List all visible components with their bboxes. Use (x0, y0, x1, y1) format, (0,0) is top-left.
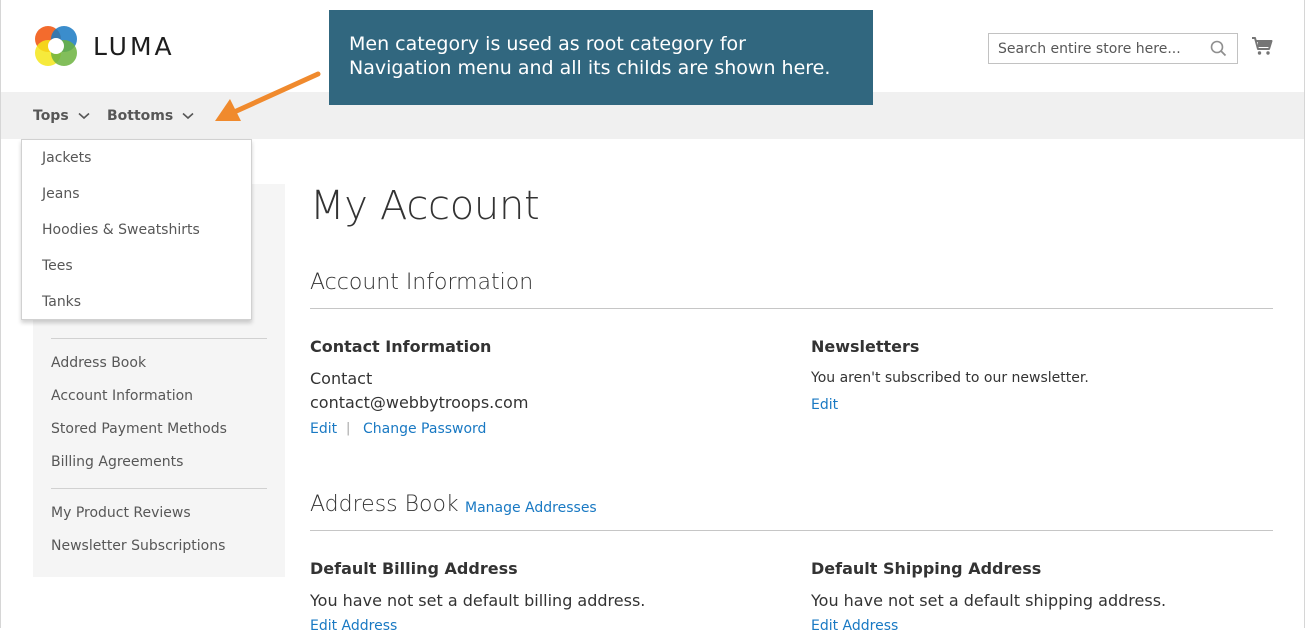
edit-shipping-address-link[interactable]: Edit Address (811, 618, 898, 634)
billing-address-text: You have not set a default billing addre… (310, 591, 646, 610)
arrow-icon (215, 71, 321, 121)
account-information-title: Account Information (310, 270, 534, 295)
default-shipping-address-title: Default Shipping Address (811, 559, 1042, 578)
default-billing-address-title: Default Billing Address (310, 559, 518, 578)
sidebar-divider (51, 488, 267, 489)
sidebar-item-product-reviews[interactable]: My Product Reviews (51, 505, 191, 521)
callout-line-1: Men category is used as root category fo… (349, 33, 746, 55)
nav-submenu-dropdown: Jackets Jeans Hoodies & Sweatshirts Tees… (21, 139, 252, 320)
sidebar-item-address-book[interactable]: Address Book (51, 355, 146, 371)
newsletters-title: Newsletters (811, 337, 920, 356)
page-title: My Account (310, 183, 540, 229)
search-input[interactable] (989, 34, 1208, 63)
edit-billing-address-link[interactable]: Edit Address (310, 618, 397, 634)
logo[interactable]: LUMA (33, 23, 175, 69)
sidebar-item-billing-agreements[interactable]: Billing Agreements (51, 454, 183, 470)
submenu-item-jackets[interactable]: Jackets (42, 150, 91, 166)
contact-information-title: Contact Information (310, 337, 492, 356)
submenu-item-hoodies-sweatshirts[interactable]: Hoodies & Sweatshirts (42, 222, 200, 238)
annotation-callout: Men category is used as root category fo… (329, 10, 873, 105)
nav-item-tops[interactable]: Tops (33, 92, 90, 139)
edit-contact-link[interactable]: Edit (310, 421, 337, 437)
edit-newsletters-link[interactable]: Edit (811, 397, 838, 413)
search-box[interactable] (988, 33, 1238, 64)
logo-text: LUMA (93, 31, 175, 61)
submenu-item-jeans[interactable]: Jeans (42, 186, 80, 202)
luma-logo-icon (35, 26, 77, 66)
search-icon[interactable] (1210, 40, 1227, 57)
contact-name: Contact (310, 369, 373, 388)
contact-email: contact@webbytroops.com (310, 393, 529, 412)
section-divider (310, 530, 1273, 531)
nav-item-label: Bottoms (107, 107, 174, 124)
cart-icon[interactable] (1251, 36, 1273, 56)
submenu-item-tees[interactable]: Tees (42, 258, 73, 274)
address-book-title: Address Book (310, 492, 459, 517)
callout-line-2: Navigation menu and all its childs are s… (349, 57, 831, 79)
newsletters-status: You aren't subscribed to our newsletter. (811, 370, 1089, 386)
manage-addresses-link[interactable]: Manage Addresses (465, 500, 597, 516)
sidebar-item-newsletter-subscriptions[interactable]: Newsletter Subscriptions (51, 538, 225, 554)
sidebar-item-account-information[interactable]: Account Information (51, 388, 193, 404)
chevron-down-icon (182, 112, 194, 119)
link-separator: | (346, 421, 351, 436)
sidebar-item-stored-payment-methods[interactable]: Stored Payment Methods (51, 421, 227, 437)
chevron-down-icon (78, 112, 90, 119)
change-password-link[interactable]: Change Password (363, 421, 486, 437)
submenu-item-tanks[interactable]: Tanks (42, 294, 81, 310)
section-divider (310, 308, 1273, 309)
nav-item-label: Tops (33, 107, 69, 124)
sidebar-divider (51, 338, 267, 339)
nav-item-bottoms[interactable]: Bottoms (107, 92, 194, 139)
shipping-address-text: You have not set a default shipping addr… (811, 591, 1167, 610)
